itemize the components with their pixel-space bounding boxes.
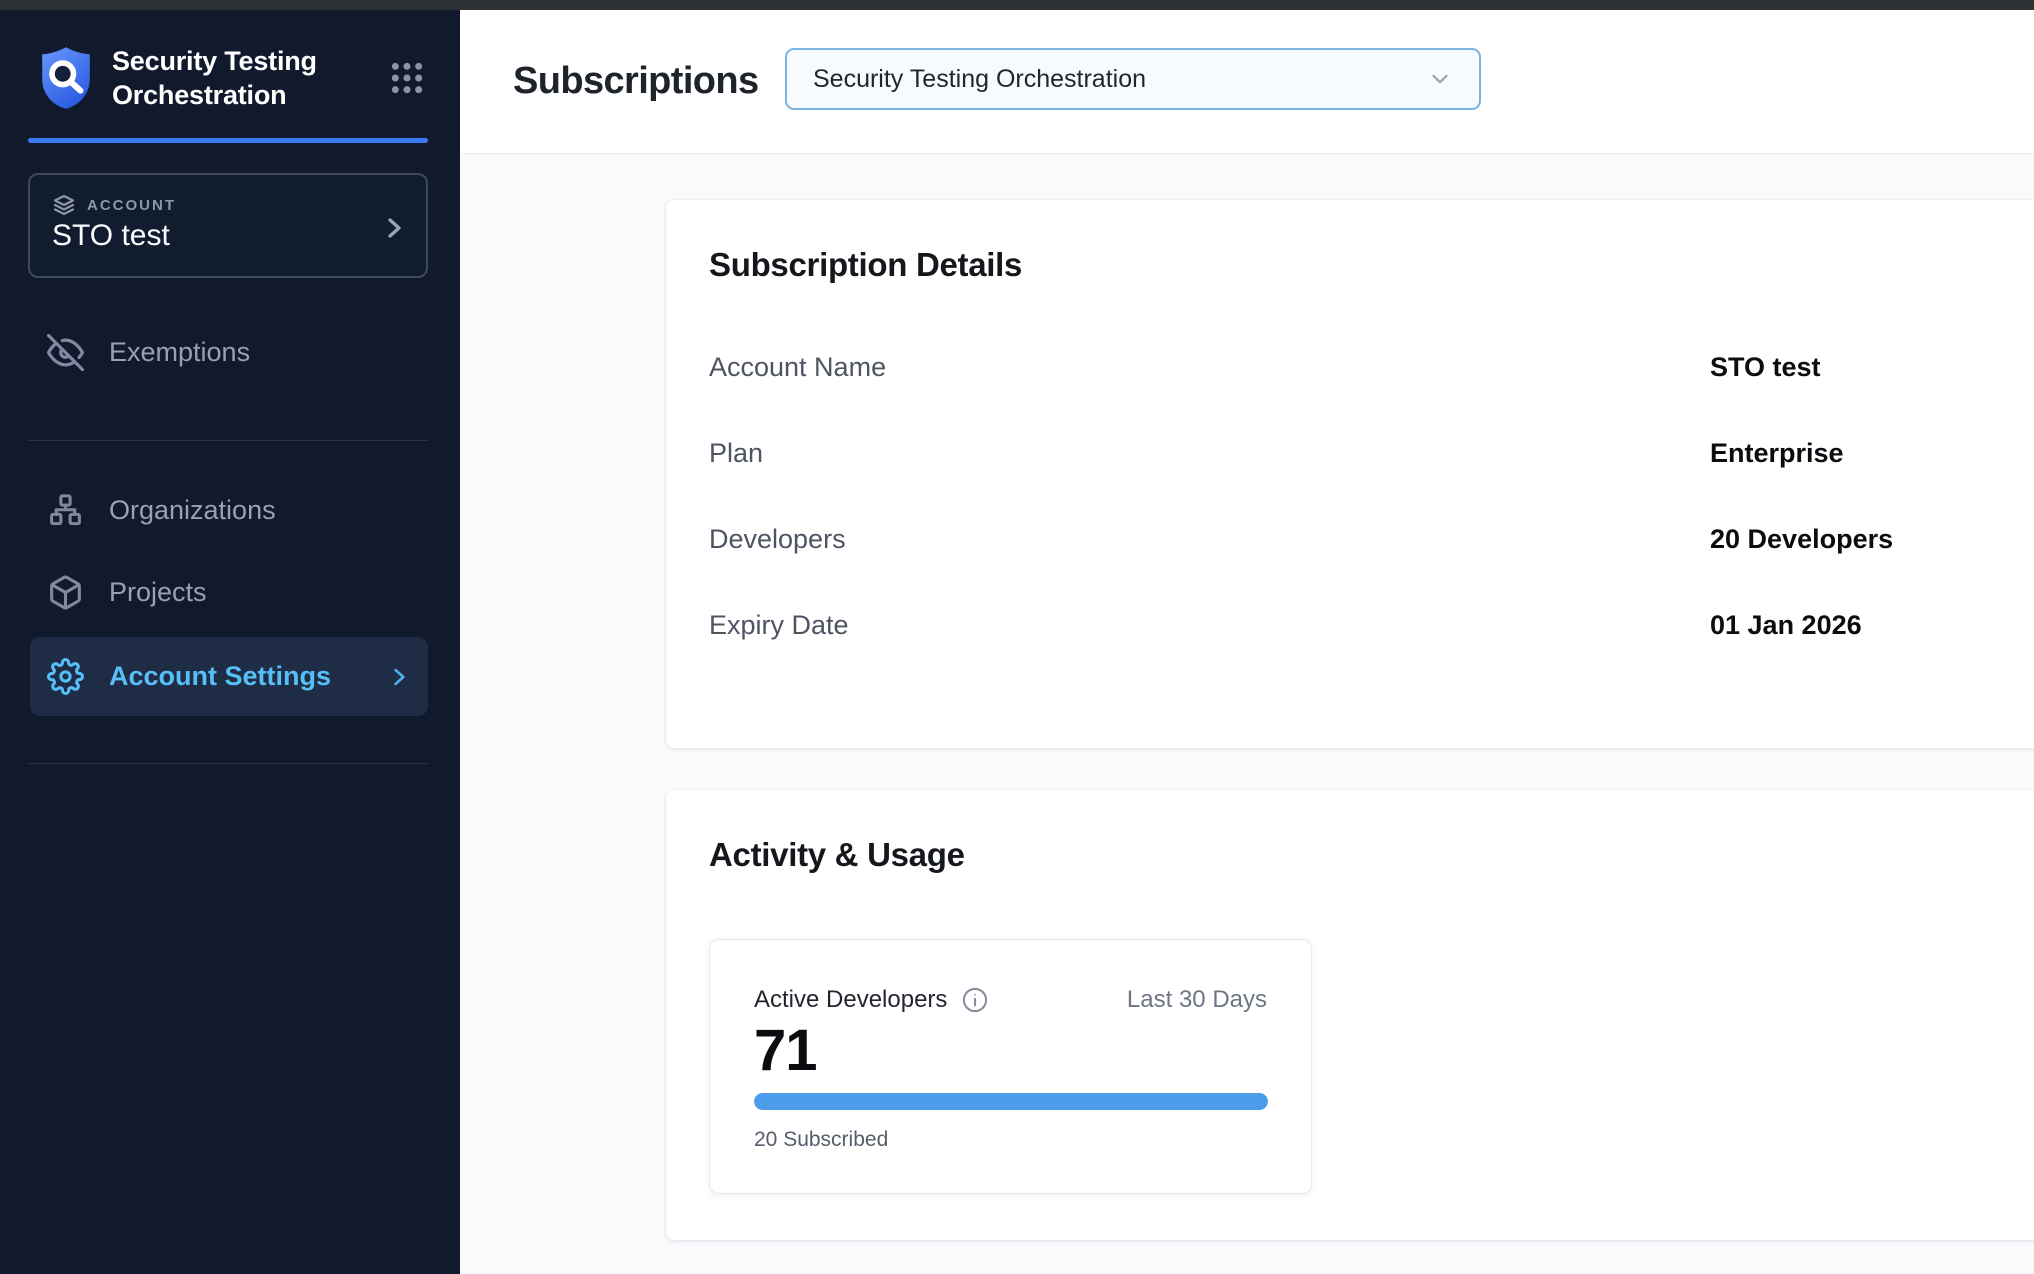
subscription-details-card: Subscription Details Account Name STO te… bbox=[666, 200, 2034, 748]
detail-value: 01 Jan 2026 bbox=[1710, 610, 1862, 641]
account-scope-card[interactable]: ACCOUNT STO test bbox=[28, 173, 428, 278]
content-area: Subscription Details Account Name STO te… bbox=[460, 154, 2034, 1274]
sidebar-accent-line bbox=[28, 138, 428, 143]
chevron-right-icon bbox=[388, 664, 410, 690]
sidebar-item-label: Projects bbox=[109, 577, 207, 608]
sidebar-divider bbox=[28, 440, 428, 441]
active-developers-count: 71 bbox=[754, 1022, 1267, 1080]
info-icon[interactable] bbox=[961, 986, 989, 1014]
subscription-details-rows: Account Name STO test Plan Enterprise De… bbox=[666, 324, 2034, 668]
activity-usage-card: Activity & Usage Active Developers Last … bbox=[666, 790, 2034, 1240]
subscription-details-title: Subscription Details bbox=[709, 246, 2034, 284]
active-developers-progress-track bbox=[754, 1093, 1268, 1110]
app-logo-row: Security Testing Orchestration bbox=[38, 44, 430, 112]
app-title: Security Testing Orchestration bbox=[112, 44, 342, 112]
org-chart-icon bbox=[47, 492, 84, 529]
cube-icon bbox=[47, 574, 84, 611]
detail-row: Plan Enterprise bbox=[666, 410, 2034, 496]
browser-top-strip bbox=[0, 0, 2034, 10]
sidebar-item-projects[interactable]: Projects bbox=[30, 559, 428, 625]
sidebar: Security Testing Orchestration ACCOUNT S… bbox=[0, 10, 460, 1274]
active-developers-tile: Active Developers Last 30 Days 71 20 Sub… bbox=[709, 939, 1312, 1194]
period-label: Last 30 Days bbox=[1127, 986, 1267, 1014]
sidebar-item-label: Organizations bbox=[109, 495, 276, 526]
chevron-down-icon bbox=[1427, 66, 1453, 92]
layers-icon bbox=[52, 193, 76, 217]
active-developers-progress-fill bbox=[754, 1093, 1268, 1110]
detail-row: Developers 20 Developers bbox=[666, 496, 2034, 582]
detail-label: Expiry Date bbox=[709, 610, 1710, 641]
activity-usage-title: Activity & Usage bbox=[709, 836, 2034, 874]
eye-off-icon bbox=[47, 334, 84, 371]
detail-label: Plan bbox=[709, 438, 1710, 469]
sidebar-item-label: Exemptions bbox=[109, 337, 250, 368]
account-label: ACCOUNT bbox=[87, 197, 176, 214]
sidebar-item-account-settings[interactable]: Account Settings bbox=[30, 637, 428, 716]
detail-value: 20 Developers bbox=[1710, 524, 1893, 555]
page-title: Subscriptions bbox=[513, 60, 759, 103]
module-selector-value: Security Testing Orchestration bbox=[813, 65, 1146, 94]
sidebar-item-label: Account Settings bbox=[109, 661, 331, 692]
detail-value: STO test bbox=[1710, 352, 1821, 383]
sidebar-item-exemptions[interactable]: Exemptions bbox=[30, 319, 428, 385]
detail-row: Account Name STO test bbox=[666, 324, 2034, 410]
chevron-right-icon bbox=[382, 213, 406, 243]
sidebar-divider bbox=[28, 763, 428, 764]
grid-menu-icon[interactable] bbox=[384, 55, 430, 101]
page-header: Subscriptions Security Testing Orchestra… bbox=[460, 10, 2034, 153]
gear-icon bbox=[47, 658, 84, 695]
account-name: STO test bbox=[52, 219, 170, 253]
subscribed-count-label: 20 Subscribed bbox=[754, 1128, 1267, 1152]
detail-value: Enterprise bbox=[1710, 438, 1844, 469]
module-selector-dropdown[interactable]: Security Testing Orchestration bbox=[785, 48, 1481, 110]
sidebar-item-organizations[interactable]: Organizations bbox=[30, 477, 428, 543]
detail-row: Expiry Date 01 Jan 2026 bbox=[666, 582, 2034, 668]
active-developers-label: Active Developers bbox=[754, 986, 947, 1014]
detail-label: Account Name bbox=[709, 352, 1710, 383]
shield-search-logo-icon bbox=[38, 45, 94, 111]
detail-label: Developers bbox=[709, 524, 1710, 555]
